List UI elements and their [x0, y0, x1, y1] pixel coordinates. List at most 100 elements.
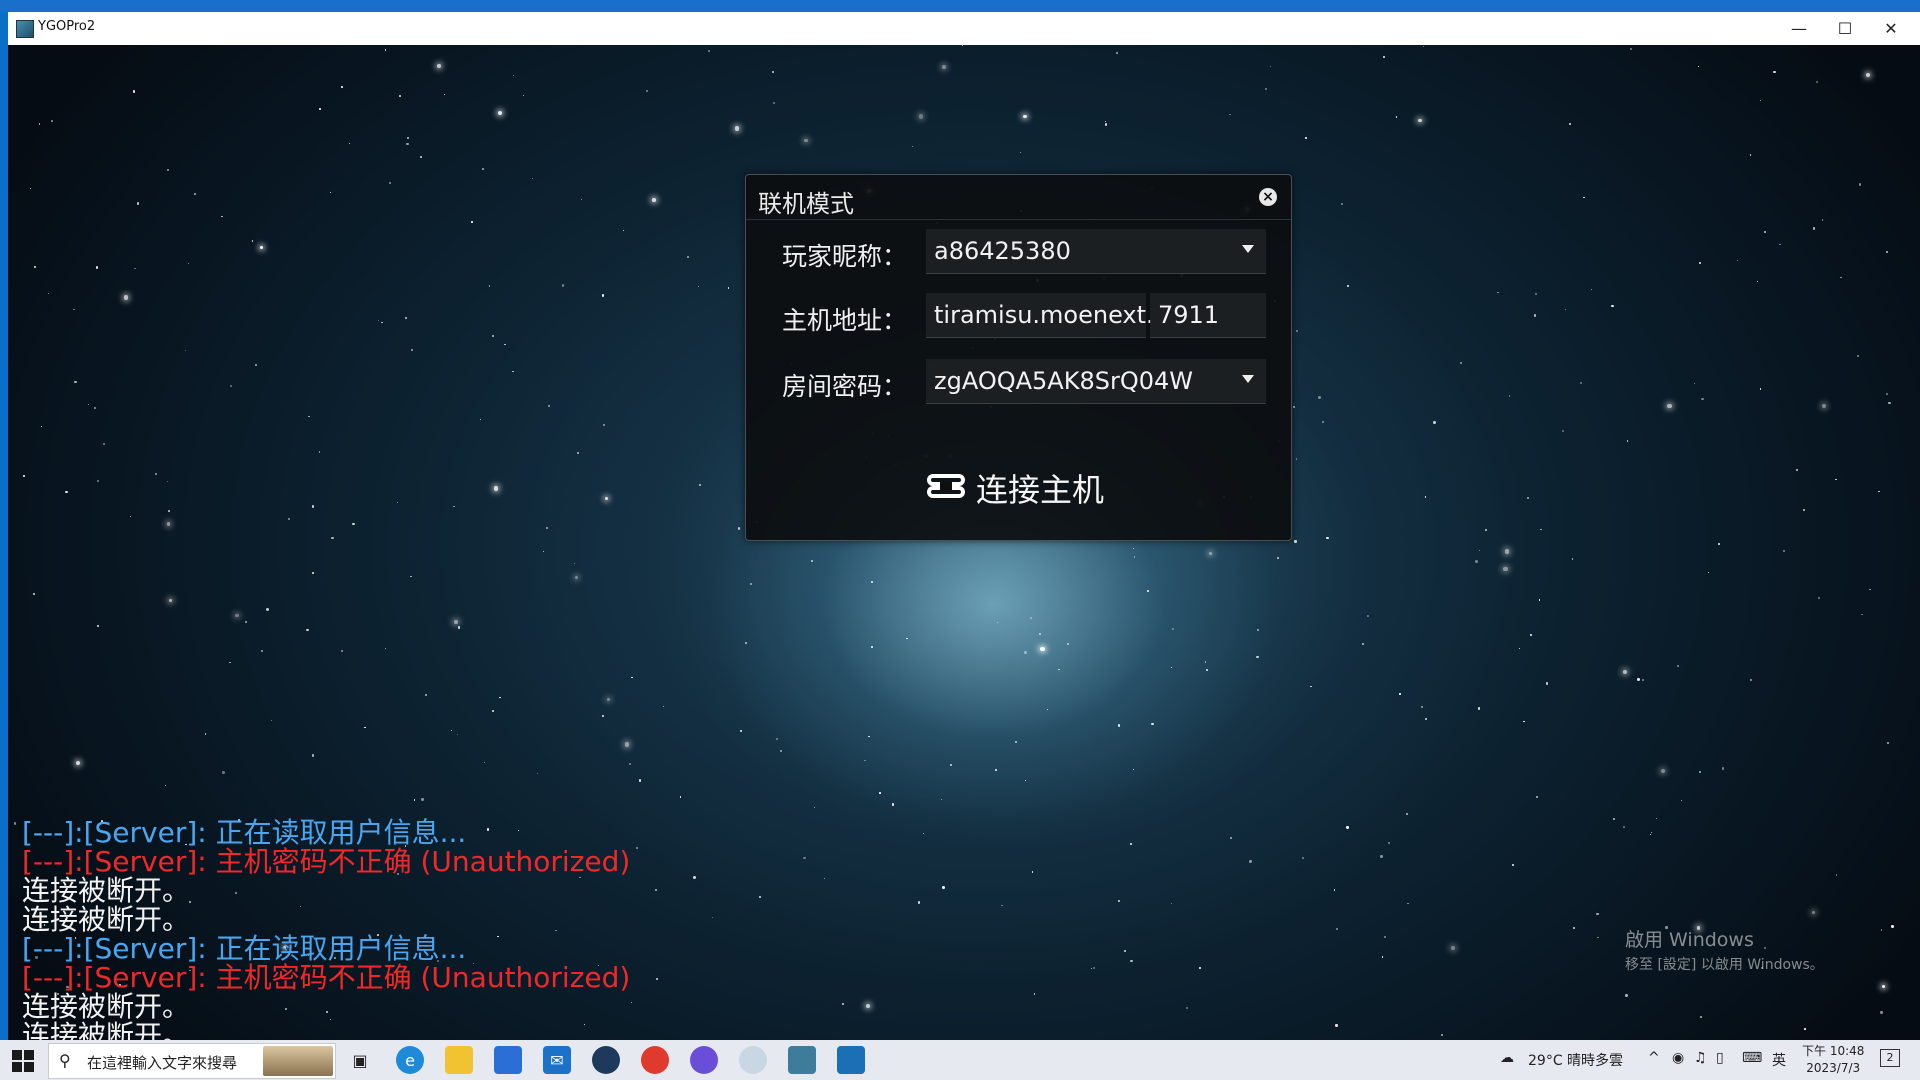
dialog-close-icon[interactable]: × [1259, 188, 1277, 206]
star [773, 102, 776, 105]
star [311, 754, 314, 757]
star [574, 576, 578, 580]
windows-start-icon[interactable] [12, 1050, 34, 1072]
keyboard-icon[interactable]: ⌨ [1742, 1050, 1762, 1066]
star [1477, 707, 1480, 710]
star [1803, 508, 1805, 511]
ygopro-taskbar-icon[interactable] [788, 1046, 816, 1074]
star [1817, 596, 1821, 600]
star [497, 110, 502, 115]
star [1750, 679, 1752, 681]
star [266, 608, 269, 611]
star [352, 522, 355, 526]
edge-browser-icon[interactable]: e [396, 1046, 424, 1074]
chrome-icon[interactable] [641, 1046, 669, 1074]
weather-text[interactable]: 29°C 晴時多雲 [1528, 1050, 1623, 1070]
star [1562, 430, 1565, 433]
mail-icon[interactable]: ✉ [543, 1046, 571, 1074]
star [1170, 666, 1173, 669]
star [1759, 100, 1761, 102]
close-window-button[interactable]: ✕ [1868, 12, 1914, 45]
star [318, 451, 321, 454]
star [1326, 536, 1329, 539]
maximize-button[interactable]: ☐ [1822, 12, 1868, 45]
star [573, 562, 576, 565]
star [1024, 779, 1026, 781]
star [1885, 251, 1888, 254]
star [1835, 479, 1837, 481]
chevron-down-icon[interactable] [1242, 245, 1254, 253]
nickname-field[interactable]: a86425380 [926, 229, 1266, 274]
minimize-button[interactable]: — [1776, 12, 1822, 45]
star [693, 875, 697, 879]
task-view-icon[interactable]: ▣ [346, 1046, 374, 1074]
weather-icon[interactable]: ☁ [1500, 1050, 1514, 1066]
star [1699, 771, 1701, 773]
taskbar-search[interactable]: ⚲ 在這裡輸入文字來搜尋 [48, 1043, 336, 1079]
star [1840, 276, 1842, 279]
volume-icon[interactable]: ♫ [1694, 1050, 1707, 1066]
star [1887, 741, 1890, 745]
star [1536, 796, 1538, 798]
star [1001, 904, 1003, 906]
star [1115, 52, 1118, 55]
search-icon: ⚲ [59, 1051, 71, 1070]
star [103, 443, 105, 445]
star [737, 527, 741, 530]
star [404, 316, 408, 319]
star [1433, 421, 1436, 425]
network-icon[interactable]: ◉ [1672, 1050, 1684, 1066]
star [804, 138, 808, 142]
star [1613, 817, 1616, 820]
star [1655, 817, 1658, 820]
notification-center-icon[interactable]: 2 [1880, 1049, 1900, 1067]
steam-icon[interactable] [592, 1046, 620, 1074]
star [601, 715, 604, 718]
star [996, 621, 999, 624]
star [941, 64, 946, 70]
star [1425, 718, 1427, 720]
star [711, 916, 713, 919]
star [698, 483, 702, 487]
room-password-value: zgAOQA5AK8SrQ04W [934, 367, 1193, 395]
star [622, 230, 625, 232]
star [1395, 116, 1398, 118]
chevron-down-icon[interactable] [1242, 375, 1254, 383]
room-password-field[interactable]: zgAOQA5AK8SrQ04W [926, 359, 1266, 404]
star [488, 285, 491, 287]
star [311, 572, 314, 575]
host-address-field[interactable]: tiramisu.moenext. [926, 293, 1154, 338]
image-viewer-icon[interactable] [837, 1046, 865, 1074]
tray-overflow-icon[interactable]: ^ [1648, 1050, 1660, 1066]
star [749, 582, 752, 585]
star [1270, 66, 1272, 68]
star [1479, 549, 1481, 552]
star [188, 263, 190, 265]
star [1023, 114, 1027, 118]
star [1381, 956, 1384, 958]
star [137, 202, 140, 205]
battery-icon[interactable]: ▯ [1716, 1050, 1724, 1066]
maximize-icon: ☐ [1837, 19, 1853, 38]
star [421, 798, 424, 801]
port-field[interactable]: 7911 [1150, 293, 1266, 338]
star [745, 642, 747, 644]
photos-app-icon[interactable] [739, 1046, 767, 1074]
star [381, 321, 383, 324]
chat-app-icon[interactable] [690, 1046, 718, 1074]
star [995, 768, 998, 771]
store-icon[interactable] [494, 1046, 522, 1074]
star [1475, 560, 1478, 563]
star [75, 760, 81, 766]
star [871, 645, 874, 648]
connect-host-button[interactable]: 连接主机 [926, 465, 1126, 509]
star [727, 287, 730, 289]
star [38, 123, 41, 125]
taskbar-clock[interactable]: 下午 10:48 2023/7/3 [1802, 1043, 1864, 1077]
file-explorer-icon[interactable] [445, 1046, 473, 1074]
log-line: [---]:[Server]: 主机密码不正确 (Unauthorized) [22, 845, 631, 878]
star [1367, 614, 1369, 617]
star [1759, 387, 1762, 390]
ime-indicator[interactable]: 英 [1772, 1050, 1786, 1070]
dialog-header: 联机模式 × [746, 175, 1291, 220]
